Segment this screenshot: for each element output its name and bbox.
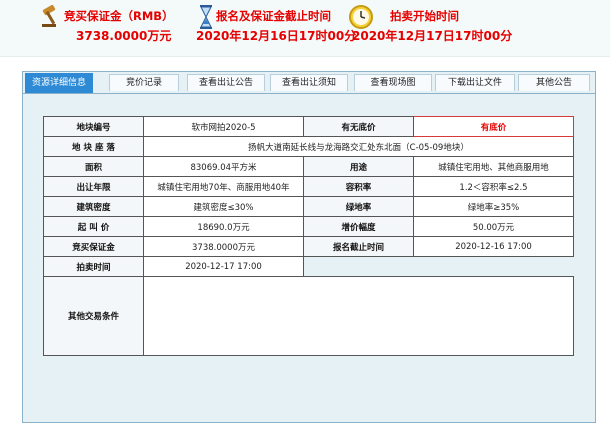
tab-transfer-notice[interactable]: 查看出让须知 [270,74,348,91]
start-price-label: 起 叫 价 [43,216,144,237]
plot-no-value: 软市网拍2020-5 [143,116,304,137]
auction-time-label: 拍卖时间 [43,256,144,277]
density-label: 建筑密度 [43,196,144,217]
deposit-summary-label: 竞买保证金（RMB） [64,9,174,23]
use-value: 城镇住宅用地、其他商服用地 [413,156,574,177]
reg-deadline-value: 2020-12-16 17:00 [413,236,574,257]
tab-site-map[interactable]: 查看现场图 [354,74,432,91]
table-row: 地 块 座 落 扬帆大道南延长线与龙海路交汇处东北面（C-05-09地块） [43,136,574,157]
auction-start-summary-value: 2020年12月17日17时00分 [352,29,513,43]
gavel-icon [40,4,62,34]
empty-cell [303,256,574,277]
reserve-value: 有底价 [413,116,574,137]
reg-deadline-label: 报名截止时间 [303,236,414,257]
deposit-label: 竞买保证金 [43,236,144,257]
tab-bid-records[interactable]: 竞价记录 [109,74,179,91]
plot-no-label: 地块编号 [43,116,144,137]
summary-bar: 竞买保证金（RMB） 3738.0000万元 报名及保证金截止时间 2020年1… [0,0,610,57]
area-label: 面积 [43,156,144,177]
deadline-summary: 报名及保证金截止时间 2020年12月16日17时00分 [196,8,356,44]
auction-time-value: 2020-12-17 17:00 [143,256,304,277]
tab-bar: 资源详细信息 竞价记录 查看出让公告 查看出让须知 查看现场图 下载出让文件 其… [23,72,595,94]
table-row: 地块编号 软市网拍2020-5 有无底价 有底价 [43,116,574,137]
deadline-summary-value: 2020年12月16日17时00分 [196,29,357,43]
detail-table: 地块编号 软市网拍2020-5 有无底价 有底价 地 块 座 落 扬帆大道南延长… [43,116,574,356]
table-row: 出让年限 城镇住宅用地70年、商服用地40年 容积率 1.2＜容积率≤2.5 [43,176,574,197]
use-label: 用途 [303,156,414,177]
term-label: 出让年限 [43,176,144,197]
tab-other-announcements[interactable]: 其他公告 [518,74,590,91]
tab-resource-details[interactable]: 资源详细信息 [25,73,93,93]
deadline-summary-label: 报名及保证金截止时间 [216,9,331,23]
term-value: 城镇住宅用地70年、商服用地40年 [143,176,304,197]
other-terms-value [143,276,574,356]
location-label: 地 块 座 落 [43,136,144,157]
reserve-label: 有无底价 [303,116,414,137]
green-label: 绿地率 [303,196,414,217]
location-value: 扬帆大道南延长线与龙海路交汇处东北面（C-05-09地块） [143,136,574,157]
tab-transfer-announcement[interactable]: 查看出让公告 [187,74,265,91]
far-value: 1.2＜容积率≤2.5 [413,176,574,197]
detail-table-wrap: 地块编号 软市网拍2020-5 有无底价 有底价 地 块 座 落 扬帆大道南延长… [43,116,574,356]
deposit-summary-value: 3738.0000万元 [76,29,172,43]
density-value: 建筑密度≤30% [143,196,304,217]
other-terms-label: 其他交易条件 [43,276,144,356]
far-label: 容积率 [303,176,414,197]
table-row: 起 叫 价 18690.0万元 增价幅度 50.00万元 [43,216,574,237]
increment-label: 增价幅度 [303,216,414,237]
green-value: 绿地率≥35% [413,196,574,217]
tab-download-documents[interactable]: 下载出让文件 [435,74,515,91]
auction-start-summary: 拍卖开始时间 2020年12月17日17时00分 [352,8,512,44]
increment-value: 50.00万元 [413,216,574,237]
deposit-value: 3738.0000万元 [143,236,304,257]
table-row: 拍卖时间 2020-12-17 17:00 [43,256,574,277]
area-value: 83069.04平方米 [143,156,304,177]
table-row: 建筑密度 建筑密度≤30% 绿地率 绿地率≥35% [43,196,574,217]
deposit-summary: 竞买保证金（RMB） 3738.0000万元 [64,8,174,44]
auction-start-summary-label: 拍卖开始时间 [390,9,459,23]
start-price-value: 18690.0万元 [143,216,304,237]
table-row: 竞买保证金 3738.0000万元 报名截止时间 2020-12-16 17:0… [43,236,574,257]
table-row: 面积 83069.04平方米 用途 城镇住宅用地、其他商服用地 [43,156,574,177]
table-row: 其他交易条件 [43,276,574,356]
detail-panel: 资源详细信息 竞价记录 查看出让公告 查看出让须知 查看现场图 下载出让文件 其… [22,71,596,423]
